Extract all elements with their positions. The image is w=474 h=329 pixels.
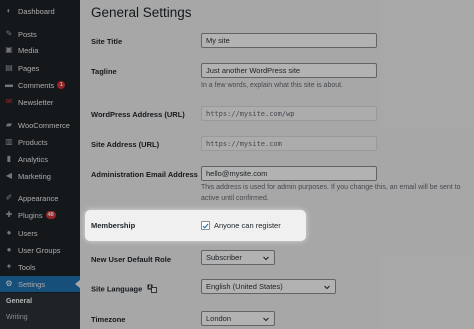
tagline-label: Tagline bbox=[91, 67, 117, 76]
sidebar-item-dashboard[interactable]: ◐ Dashboard bbox=[0, 4, 80, 18]
membership-checkbox[interactable] bbox=[201, 221, 210, 230]
users-icon: ● bbox=[6, 228, 12, 237]
tagline-description: In a few words, explain what this site i… bbox=[201, 82, 344, 89]
admin-email-description-2: active until confirmed. bbox=[201, 195, 269, 202]
admin-sidebar: ◐ Dashboard ✎ Posts ▣ Media ▤ Pages ▬ Comments 1 ✉ N… bbox=[0, 0, 80, 329]
comment-icon: ▬ bbox=[5, 80, 13, 89]
chevron-down-icon bbox=[323, 283, 331, 291]
media-icon: ▣ bbox=[5, 45, 13, 54]
checkmark-icon bbox=[202, 223, 209, 229]
sidebar-item-label: User Groups bbox=[18, 245, 61, 255]
sidebar-item-woocommerce[interactable]: ▰ WooCommerce bbox=[0, 118, 80, 132]
site-address-input[interactable]: https://mysite.com bbox=[201, 136, 377, 151]
sidebar-item-label: Newsletter bbox=[18, 97, 54, 107]
user-groups-icon: ● bbox=[6, 245, 12, 254]
sidebar-item-label: Media bbox=[18, 45, 39, 55]
sidebar-item-label: Analytics bbox=[18, 154, 49, 164]
sidebar-item-label: Dashboard bbox=[18, 6, 55, 16]
site-title-label: Site Title bbox=[91, 37, 123, 46]
sidebar-item-user-groups[interactable]: ● User Groups bbox=[0, 243, 80, 257]
default-role-value: Subscriber bbox=[206, 253, 242, 262]
settings-submenu: General Writing bbox=[0, 293, 80, 329]
products-icon: ▥ bbox=[5, 137, 13, 146]
submenu-item-writing[interactable]: Writing bbox=[6, 314, 28, 321]
newsletter-icon: ✉ bbox=[5, 97, 13, 106]
sidebar-item-pages[interactable]: ▤ Pages bbox=[0, 61, 80, 75]
sidebar-item-label: Tools bbox=[18, 262, 36, 272]
megaphone-icon: ◀ bbox=[5, 171, 13, 180]
translation-icon: A bbox=[147, 284, 158, 295]
sidebar-item-label: Marketing bbox=[18, 171, 51, 181]
pin-icon: ✎ bbox=[5, 29, 13, 38]
sidebar-item-analytics[interactable]: ▮ Analytics bbox=[0, 152, 80, 166]
admin-email-input[interactable]: hello@mysite.com bbox=[201, 166, 377, 181]
sidebar-item-label: WooCommerce bbox=[18, 120, 70, 130]
sidebar-item-label: Comments bbox=[18, 80, 55, 90]
sidebar-item-posts[interactable]: ✎ Posts bbox=[0, 27, 80, 41]
chevron-down-icon bbox=[262, 315, 270, 323]
sidebar-item-users[interactable]: ● Users bbox=[0, 226, 80, 240]
count-badge: 1 bbox=[57, 81, 66, 89]
sidebar-item-label: Pages bbox=[18, 63, 40, 73]
default-role-select[interactable]: Subscriber bbox=[201, 250, 275, 265]
timezone-value: London bbox=[206, 314, 232, 323]
admin-email-description: This address is used for admin purposes.… bbox=[201, 184, 461, 191]
brush-icon: ✐ bbox=[5, 193, 13, 202]
wrench-icon: ✦ bbox=[5, 262, 13, 271]
sidebar-item-marketing[interactable]: ◀ Marketing bbox=[0, 169, 80, 183]
membership-checkbox-label[interactable]: Anyone can register bbox=[214, 221, 281, 230]
membership-label: Membership bbox=[91, 221, 136, 230]
sidebar-item-label: Settings bbox=[18, 279, 46, 289]
woocommerce-icon: ▰ bbox=[5, 120, 13, 129]
sidebar-item-label: Users bbox=[18, 228, 38, 238]
sidebar-item-media[interactable]: ▣ Media bbox=[0, 43, 80, 57]
tagline-input[interactable]: Just another WordPress site bbox=[201, 63, 377, 78]
analytics-icon: ▮ bbox=[6, 154, 12, 163]
sidebar-item-newsletter[interactable]: ✉ Newsletter bbox=[0, 95, 80, 109]
sidebar-item-label: Plugins bbox=[18, 210, 43, 220]
sidebar-item-appearance[interactable]: ✐ Appearance bbox=[0, 191, 80, 205]
admin-email-label: Administration Email Address bbox=[91, 170, 198, 179]
settings-icon: ⚙ bbox=[5, 279, 13, 288]
sidebar-item-label: Appearance bbox=[18, 193, 59, 203]
site-language-label: Site Language A bbox=[91, 284, 158, 295]
default-role-label: New User Default Role bbox=[91, 255, 172, 264]
plugin-icon: ✚ bbox=[5, 210, 13, 219]
settings-content: General Settings Site Title My site Tagl… bbox=[80, 0, 474, 329]
sidebar-item-settings[interactable]: ⚙ Settings bbox=[0, 276, 80, 292]
page-icon: ▤ bbox=[5, 63, 13, 72]
sidebar-item-label: Products bbox=[18, 137, 48, 147]
chevron-down-icon bbox=[262, 254, 270, 262]
sidebar-item-plugins[interactable]: ✚ Plugins 48 bbox=[0, 208, 80, 222]
site-language-select[interactable]: English (United States) bbox=[201, 279, 336, 294]
timezone-select[interactable]: London bbox=[201, 311, 275, 326]
wordpress-address-input[interactable]: https://mysite.com/wp bbox=[201, 106, 377, 121]
sidebar-item-label: Posts bbox=[18, 29, 37, 39]
page-title: General Settings bbox=[91, 5, 192, 20]
site-title-input[interactable]: My site bbox=[201, 33, 377, 48]
membership-row-highlight: Membership Anyone can register bbox=[85, 210, 306, 241]
dashboard-icon: ◐ bbox=[6, 6, 12, 15]
wordpress-address-label: WordPress Address (URL) bbox=[91, 110, 185, 119]
site-language-value: English (United States) bbox=[206, 282, 283, 291]
count-badge: 48 bbox=[45, 211, 56, 219]
timezone-label: Timezone bbox=[91, 315, 126, 324]
sidebar-item-products[interactable]: ▥ Products bbox=[0, 135, 80, 149]
sidebar-item-comments[interactable]: ▬ Comments 1 bbox=[0, 78, 80, 92]
site-address-label: Site Address (URL) bbox=[91, 140, 160, 149]
sidebar-item-tools[interactable]: ✦ Tools bbox=[0, 260, 80, 274]
submenu-item-general[interactable]: General bbox=[6, 298, 32, 305]
